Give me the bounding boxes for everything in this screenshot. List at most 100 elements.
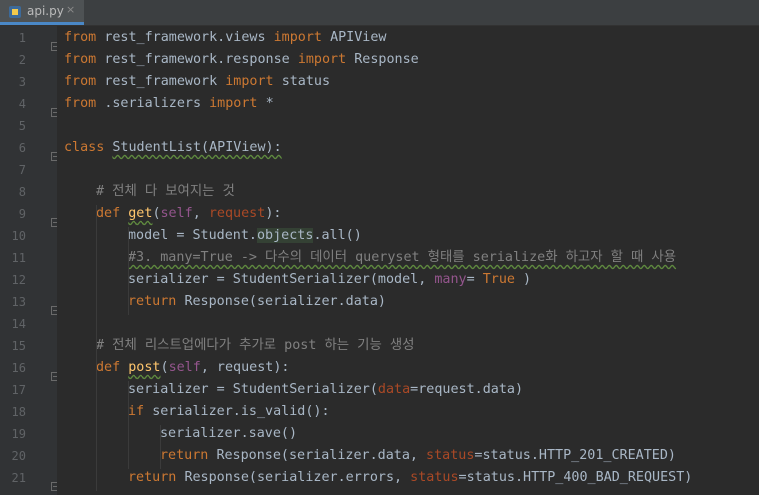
code-token: ( [152, 206, 161, 221]
code-line: if serializer.is_valid(): [128, 403, 330, 421]
code-token: import [209, 96, 258, 111]
code-token: Response(serializer.data, [216, 448, 427, 463]
line-number: 3 [18, 75, 26, 89]
code-token: ( [160, 360, 169, 375]
tab-api-py[interactable]: api.py × [0, 0, 84, 25]
code-token: data [377, 382, 411, 397]
code-token: post [128, 360, 161, 375]
code-token: serializer.save() [160, 426, 298, 441]
code-token: if [128, 404, 145, 419]
line-number: 19 [11, 427, 26, 441]
code-token: * [265, 96, 274, 111]
code-token: def [96, 360, 121, 375]
line-number: 20 [11, 449, 26, 463]
code-token: self [160, 206, 193, 221]
line-number: 14 [11, 317, 26, 331]
tab-label: api.py [27, 4, 64, 18]
code-token: True [482, 272, 515, 287]
code-token: request [208, 206, 266, 221]
code-line: return Response(serializer.data, status=… [160, 447, 676, 465]
code-line: # 전체 다 보여지는 것 [96, 183, 235, 201]
code-token: rest_framework [104, 74, 218, 89]
line-number: 6 [18, 141, 26, 155]
line-number: 1 [18, 31, 26, 45]
code-token: class [64, 140, 105, 155]
code-token: ): [265, 206, 282, 221]
close-icon[interactable]: × [66, 3, 75, 16]
code-token: .serializers [104, 96, 202, 111]
code-token: return [128, 294, 177, 309]
line-number: 16 [11, 361, 26, 375]
code-token: status [410, 470, 459, 485]
code-editor[interactable]: from rest_framework.views import APIView… [57, 26, 759, 495]
line-number: 17 [11, 383, 26, 397]
code-token: Response(serializer.data) [184, 294, 386, 309]
code-token: # 전체 다 보여지는 것 [96, 184, 235, 199]
python-file-icon [9, 6, 21, 18]
code-token: serializer = StudentSerializer(model, [128, 272, 435, 287]
code-token: serializer = StudentSerializer( [128, 382, 378, 397]
line-number-gutter: 1 2 3 4 5 6 7 8 9 10 11 12 13 14 15 16 17 18 19 20 21 [0, 26, 60, 495]
code-token: import [273, 30, 322, 45]
line-number: 11 [11, 251, 26, 265]
code-line: def post(self, request): [96, 359, 290, 377]
code-line: class StudentList(APIView): [64, 139, 282, 157]
code-line: #3. many=True -> 다수의 데이터 queryset 형태를 se… [128, 249, 676, 267]
code-token: APIView [330, 30, 387, 45]
code-token: #3. many=True -> 다수의 데이터 queryset 형태를 se… [128, 250, 677, 265]
indent-guide [96, 205, 97, 491]
code-token: =status.HTTP_400_BAD_REQUEST) [458, 470, 693, 485]
code-token: rest_framework.response [104, 52, 290, 67]
code-line: model = Student.objects.all() [128, 227, 362, 245]
editor-tab-bar: api.py × [0, 0, 759, 26]
indent-guide [128, 381, 129, 469]
code-token: many [434, 272, 467, 287]
code-token: return [160, 448, 209, 463]
line-number: 9 [18, 207, 26, 221]
code-line: from rest_framework.views import APIView [64, 29, 387, 47]
code-token: =status.HTTP_201_CREATED) [474, 448, 676, 463]
code-token: status [426, 448, 475, 463]
line-number: 2 [18, 53, 26, 67]
code-token: self [168, 360, 201, 375]
code-line: serializer = StudentSerializer(data=requ… [128, 381, 523, 399]
code-token: from [64, 96, 97, 111]
code-token: =request.data) [410, 382, 524, 397]
code-token: status [281, 74, 331, 89]
code-token: serializer.is_valid(): [152, 404, 330, 419]
code-token: = [466, 272, 475, 287]
code-line: def get(self, request): [96, 205, 281, 223]
line-number: 8 [18, 185, 26, 199]
line-number: 12 [11, 273, 26, 287]
code-token: def [96, 206, 121, 221]
code-token: StudentList(APIView): [112, 140, 282, 155]
code-line: # 전체 리스트업에다가 추가로 post 하는 기능 생성 [96, 337, 415, 355]
code-line: return Response(serializer.errors, statu… [128, 469, 692, 487]
line-number: 4 [18, 97, 26, 111]
code-line: return Response(serializer.data) [128, 293, 386, 311]
code-line: serializer = StudentSerializer(model, ma… [128, 271, 531, 289]
code-line: serializer.save() [160, 425, 297, 443]
code-token: return [128, 470, 177, 485]
line-number: 18 [11, 405, 26, 419]
code-token: , [192, 206, 209, 221]
code-token: get [128, 206, 153, 221]
code-token: Response [354, 52, 419, 67]
code-token: .all() [313, 228, 362, 243]
code-token: # 전체 리스트업에다가 추가로 post 하는 기능 생성 [96, 338, 415, 353]
code-token: Response(serializer.errors, [184, 470, 411, 485]
indent-guide [128, 227, 129, 315]
code-token: from [64, 74, 97, 89]
code-token: objects [257, 228, 314, 243]
code-line: from .serializers import * [64, 95, 274, 113]
line-number: 7 [18, 163, 26, 177]
line-number: 15 [11, 339, 26, 353]
line-number: 21 [11, 471, 26, 485]
code-token: model = Student. [128, 228, 257, 243]
line-number: 13 [11, 295, 26, 309]
code-token: from [64, 52, 97, 67]
code-line: from rest_framework import status [64, 73, 330, 91]
code-token: from [64, 30, 97, 45]
line-number: 10 [11, 229, 26, 243]
line-number: 5 [18, 119, 26, 133]
